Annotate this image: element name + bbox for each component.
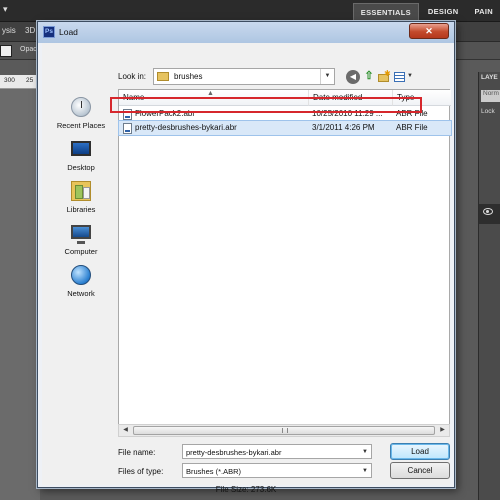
place-computer[interactable]: Computer: [46, 221, 116, 261]
place-network[interactable]: Network: [46, 263, 116, 303]
look-in-label: Look in:: [118, 72, 147, 81]
file-date: 3/1/2011 4:26 PM: [312, 123, 375, 132]
load-button[interactable]: Load: [390, 443, 450, 460]
up-folder-icon[interactable]: ⇧: [362, 70, 376, 84]
horizontal-scrollbar[interactable]: ◀ ▶: [118, 424, 450, 437]
scroll-thumb[interactable]: [133, 426, 435, 435]
blend-mode-select[interactable]: Norm: [481, 90, 500, 102]
cancel-button[interactable]: Cancel: [390, 462, 450, 479]
workspace-tab-painting[interactable]: PAIN: [467, 3, 500, 22]
chevron-down-icon[interactable]: ▼: [359, 445, 371, 459]
computer-icon: [71, 225, 91, 244]
place-label: Desktop: [67, 163, 95, 172]
file-type-value: Brushes (*.ABR): [186, 467, 242, 476]
grip-icon: [282, 428, 288, 433]
abr-file-icon: [123, 123, 132, 134]
files-of-type-label: Files of type:: [118, 467, 164, 476]
file-name-label: File name:: [118, 448, 156, 457]
place-libraries[interactable]: Libraries: [46, 179, 116, 219]
network-icon: [71, 265, 91, 285]
scroll-left-icon[interactable]: ◀: [119, 425, 132, 436]
recent-places-icon: [71, 97, 91, 117]
places-bar: Recent Places Desktop Libraries Computer…: [46, 91, 116, 391]
file-size-text: File Size: 273.6K: [215, 485, 277, 494]
menu-3d[interactable]: 3D: [25, 26, 35, 35]
place-label: Computer: [64, 247, 98, 256]
file-name-field[interactable]: pretty-desbrushes-bykari.abr ▼: [182, 444, 372, 459]
place-label: Libraries: [66, 205, 96, 214]
view-menu-icon[interactable]: ▼: [393, 70, 413, 84]
libraries-icon: [71, 181, 91, 201]
file-type: ABR File: [396, 123, 428, 132]
desktop-icon: [71, 141, 91, 156]
dialog-title: Load: [59, 27, 78, 37]
load-dialog: Ps Load ✕ Look in: brushes ▼ ◀ ⇧ ✱ ▼ Rec…: [37, 21, 455, 494]
highlight-annotation-box: [110, 97, 422, 113]
place-label: Recent Places: [56, 121, 106, 130]
layer-visibility-cell[interactable]: [479, 204, 500, 224]
look-in-select[interactable]: brushes ▼: [153, 68, 335, 85]
ruler: 300 25: [0, 75, 40, 89]
ps-menubar: ▾ ESSENTIALS DESIGN PAIN: [0, 0, 500, 22]
file-type-select[interactable]: Brushes (*.ABR) ▼: [182, 463, 372, 478]
ruler-tick: 300: [4, 77, 15, 84]
file-list[interactable]: ▲ Name Date modified Type FlowerPack2.ab…: [118, 89, 452, 432]
chevron-down-icon[interactable]: ▼: [320, 69, 334, 84]
new-folder-icon[interactable]: ✱: [377, 69, 391, 84]
layers-panel-title[interactable]: LAYE: [481, 74, 498, 81]
scroll-right-icon[interactable]: ▶: [436, 425, 449, 436]
back-arrow-icon[interactable]: ◀: [346, 70, 360, 84]
look-in-value: brushes: [174, 72, 203, 81]
photoshop-app-icon: Ps: [43, 26, 55, 38]
options-field[interactable]: [0, 45, 12, 57]
workspace-tab-design[interactable]: DESIGN: [421, 3, 466, 22]
canvas-area: [0, 89, 40, 500]
place-desktop[interactable]: Desktop: [46, 137, 116, 177]
close-button[interactable]: ✕: [409, 23, 449, 39]
layers-panel: LAYE Norm Lock: [478, 72, 500, 500]
folder-icon: [157, 72, 169, 81]
place-recent-places[interactable]: Recent Places: [46, 95, 116, 135]
file-row-selected[interactable]: pretty-desbrushes-bykari.abr 3/1/2011 4:…: [118, 120, 452, 136]
workspace-arrow-icon[interactable]: ▾: [3, 4, 8, 15]
place-label: Network: [67, 289, 95, 298]
workspace-tab-essentials[interactable]: ESSENTIALS: [352, 3, 419, 22]
opacity-label: Opac: [20, 46, 37, 53]
ruler-tick: 25: [26, 77, 34, 84]
workspace-tabs: ESSENTIALS DESIGN PAIN: [352, 3, 500, 22]
file-name: pretty-desbrushes-bykari.abr: [135, 123, 237, 132]
file-name-value: pretty-desbrushes-bykari.abr: [186, 448, 282, 457]
chevron-down-icon[interactable]: ▼: [359, 464, 371, 478]
eye-icon[interactable]: [483, 208, 493, 215]
dialog-titlebar[interactable]: Ps Load ✕: [38, 22, 454, 43]
lock-label: Lock: [481, 108, 495, 115]
menu-analysis[interactable]: ysis: [2, 26, 16, 35]
